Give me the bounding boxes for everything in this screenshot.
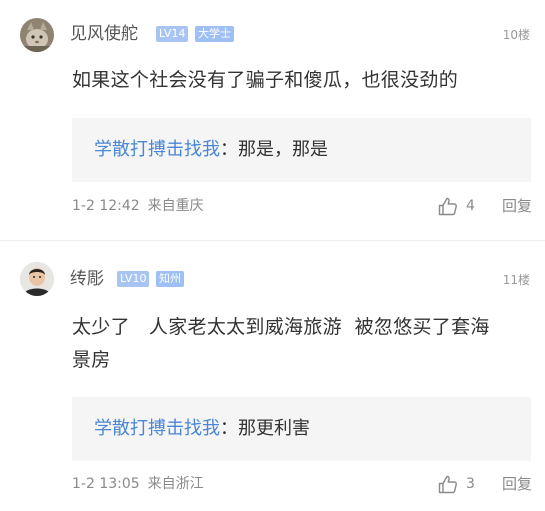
like-button[interactable]: 3 — [438, 474, 475, 494]
sub-reply-box[interactable]: 学散打搏击找我：那更利害 — [72, 397, 531, 461]
thumbs-up-icon — [438, 475, 457, 493]
post-location: 来自浙江 — [147, 476, 204, 492]
sub-reply: 学散打搏击找我：那更利害 — [94, 417, 310, 441]
sub-reply-username[interactable]: 学散打搏击找我 — [94, 418, 220, 439]
level-badge: LV10 — [117, 271, 150, 287]
sub-reply: 学散打搏击找我：那是，那是 — [94, 138, 328, 162]
reply-button[interactable]: 回复 — [502, 475, 532, 493]
content-line: 太少了 人家老太太到威海旅游 被忽悠买了套海 — [72, 316, 490, 338]
comment-content: 太少了 人家老太太到威海旅游 被忽悠买了套海 景房 — [72, 311, 527, 377]
sub-reply-text: 那更利害 — [238, 418, 310, 439]
user-avatar[interactable] — [20, 262, 54, 296]
sub-reply-username[interactable]: 学散打搏击找我 — [94, 139, 220, 160]
sub-reply-text: 那是，那是 — [238, 139, 328, 160]
like-count: 4 — [466, 198, 475, 214]
user-avatar[interactable] — [20, 18, 54, 52]
content-line: 如果这个社会没有了骗子和傻瓜，也很没劲的 — [72, 69, 459, 91]
sub-reply-colon: ： — [220, 139, 238, 160]
username[interactable]: 䌸彫 — [70, 268, 104, 290]
cat-avatar-icon — [20, 18, 54, 52]
floor-number: 10楼 — [502, 28, 530, 42]
comment-floor-11: 䌸彫 LV10 知州 11楼 太少了 人家老太太到威海旅游 被忽悠买了套海 景房… — [0, 241, 545, 511]
post-time: 1-2 13:05 — [72, 476, 140, 492]
title-badge: 大学士 — [195, 26, 234, 42]
comment-meta: 1-2 13:05 来自浙江 — [72, 475, 204, 493]
thumbs-up-icon — [438, 197, 457, 215]
comment-meta: 1-2 12:42 来自重庆 — [72, 197, 204, 215]
floor-number: 11楼 — [502, 273, 530, 287]
username[interactable]: 见风使舵 — [70, 23, 138, 45]
reply-button[interactable]: 回复 — [502, 197, 532, 215]
like-button[interactable]: 4 — [438, 196, 475, 216]
post-time: 1-2 12:42 — [72, 198, 140, 214]
like-count: 3 — [466, 476, 475, 492]
sub-reply-box[interactable]: 学散打搏击找我：那是，那是 — [72, 118, 531, 182]
title-badge: 知州 — [156, 271, 184, 287]
content-line: 景房 — [72, 349, 111, 371]
level-badge: LV14 — [156, 26, 189, 42]
comment-floor-10: 见风使舵 LV14 大学士 10楼 如果这个社会没有了骗子和傻瓜，也很没劲的 学… — [0, 0, 545, 240]
comment-content: 如果这个社会没有了骗子和傻瓜，也很没劲的 — [72, 64, 527, 97]
sub-reply-colon: ： — [220, 418, 238, 439]
child-avatar-icon — [20, 262, 54, 296]
post-location: 来自重庆 — [147, 198, 204, 214]
